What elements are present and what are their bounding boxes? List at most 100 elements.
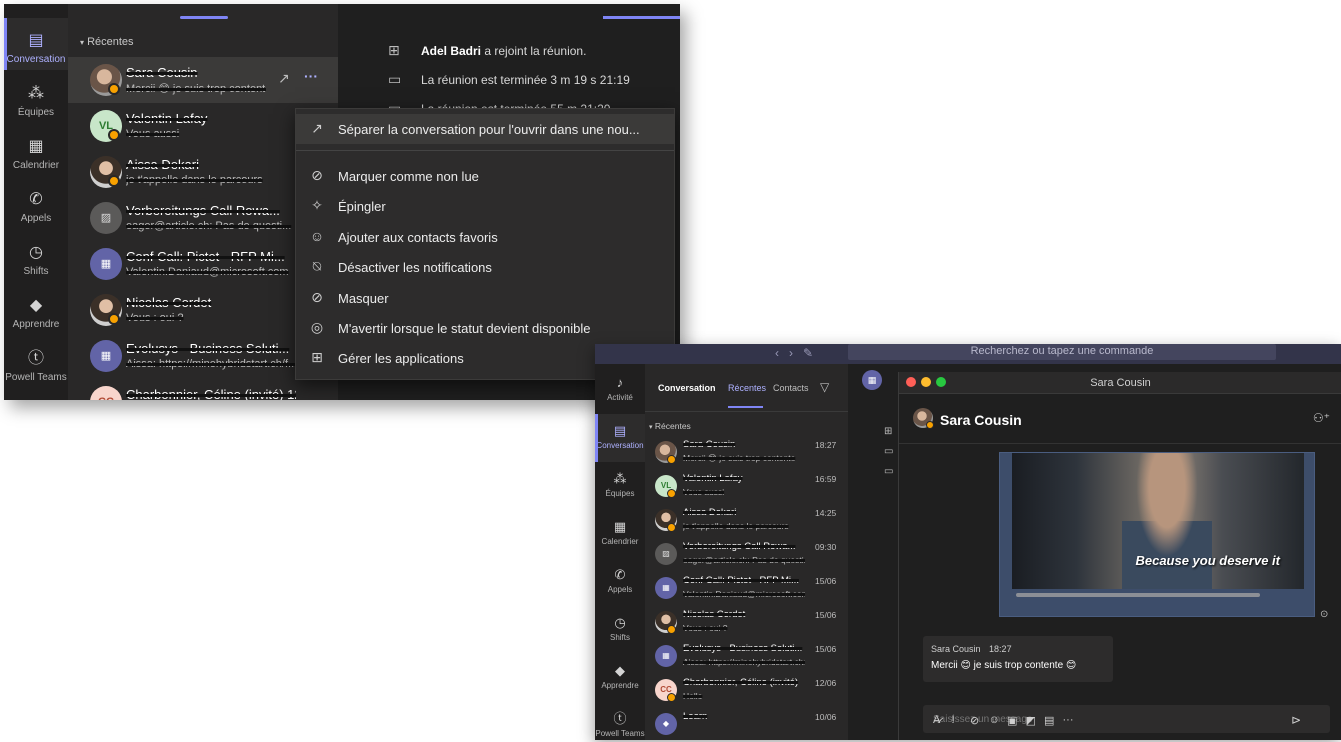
chat-preview: eager@article.ch: Pas de questi... [126, 220, 292, 232]
filter-icon[interactable]: ▽ [820, 380, 829, 394]
rail-item-label: Appels [20, 213, 52, 224]
more-icon[interactable]: ··· [1063, 714, 1074, 726]
chat-list-item[interactable]: CC Charbonnier, Céline (invité) Hello 12/06 [645, 673, 848, 709]
chat-list-item[interactable]: Nicolas Cordet Vous : oui ? 15/06 [645, 605, 848, 641]
send-icon[interactable]: ⊳ [1291, 713, 1301, 727]
shifts-icon: ◷ [614, 615, 626, 630]
chat-list-item[interactable]: CC Charbonnier, Céline (invité) 12/06 [68, 379, 338, 400]
learn-icon: ◆ [29, 297, 43, 314]
attach-icon[interactable]: ⊘ [970, 714, 979, 727]
chevron-down-icon: ▾ [649, 424, 653, 431]
rail-item-learn[interactable]: ◆ Apprendre [595, 654, 645, 702]
rail-item-phone[interactable]: ✆ Appels [595, 558, 645, 606]
event-text: La réunion est terminée 3 m 19 s 21:19 [421, 73, 630, 87]
chat-preview: Aissa: https://minehybridstart.ch/f... [126, 358, 296, 370]
chat-timestamp: 12/06 [815, 678, 837, 688]
compose-icon[interactable]: ✎ [803, 346, 823, 360]
app-rail: ▤ Conversation ⁂ Équipes ▦ Calendrier ✆ Appels ◷… [4, 4, 68, 400]
status-away-icon [108, 175, 120, 187]
tab-recent[interactable]: Récentes [728, 383, 766, 393]
rail-item-chat[interactable]: ▤ Conversation [4, 18, 68, 70]
forward-icon[interactable]: › [789, 346, 803, 360]
chat-list-item[interactable]: ◆ Learn 10/06 [645, 707, 848, 740]
event-line: Adel Badri a rejoint la réunion. [421, 44, 586, 58]
menu-item-label: Ajouter aux contacts favoris [338, 229, 498, 245]
rail-item-label: Conversation [6, 54, 66, 65]
menu-item-mark-unread[interactable]: ⊘ Marquer comme non lue [296, 161, 674, 191]
menu-item-label: M'avertir lorsque le statut devient disp… [338, 321, 591, 336]
back-icon[interactable]: ‹ [775, 346, 789, 360]
more-options-icon[interactable]: ··· [304, 68, 318, 84]
menu-item-mute[interactable]: ⍉ Désactiver les notifications [296, 252, 674, 282]
chat-name: Evolusys - Business Soluti... [683, 643, 803, 654]
chat-name: Valentin Lafay [683, 473, 743, 484]
rail-item-teams[interactable]: ⁂ Équipes [4, 71, 68, 123]
chat-list: Conversation Récentes Contacts ▽ ▾ Récen… [645, 364, 848, 740]
rail-item-calendar[interactable]: ▦ Calendrier [595, 510, 645, 558]
important-icon[interactable]: ! [952, 714, 955, 726]
nav-arrows[interactable]: ‹›✎ [775, 346, 823, 360]
learn-icon: ◆ [615, 663, 625, 678]
menu-item-add-contact[interactable]: ☺ Ajouter aux contacts favoris [296, 222, 674, 252]
video-progress-bar[interactable] [1016, 593, 1260, 597]
teams-icon: ⁂ [28, 85, 44, 102]
chat-timestamp: 09:30 [815, 542, 837, 552]
join-icon: ⊞ [388, 42, 400, 58]
sticker-icon[interactable]: ◩ [1026, 714, 1036, 727]
event-actor: Adel Badri [421, 44, 482, 58]
chat-name: Learn [683, 711, 708, 722]
section-recent-label[interactable]: ▾ Récentes [649, 421, 691, 431]
contact-name[interactable]: Sara Cousin [940, 412, 1022, 428]
phone-icon: ✆ [29, 191, 43, 208]
avatar: ▦ [655, 577, 677, 599]
rail-item-shifts[interactable]: ◷ Shifts [4, 230, 68, 282]
meeting-ended-icon: ▭ [884, 466, 894, 477]
menu-item-pin[interactable]: ✧ Épingler [296, 191, 674, 221]
popout-icon[interactable]: ↗ [278, 70, 290, 87]
tab-contacts[interactable]: Contacts [773, 383, 809, 393]
chat-timestamp: 15/06 [815, 610, 837, 620]
chat-list-item[interactable]: ▦ Evolusys - Business Soluti... Aissa: htt… [645, 639, 848, 675]
rail-item-powell[interactable]: ⓣ Powell Teams [4, 336, 68, 388]
rail-item-calendar[interactable]: ▦ Calendrier [4, 124, 68, 176]
emoji-icon[interactable]: ☺ [989, 714, 1000, 726]
chat-list-item[interactable]: Aissa Dekari je t'appelle dans le parcour… [645, 503, 848, 539]
chat-name: Sara Cousin [683, 439, 736, 450]
menu-item-hide[interactable]: ⊘ Masquer [296, 283, 674, 313]
chat-list-item[interactable]: ▦ Conf Call: Pictet - RFP Mi... Valentin.D… [645, 571, 848, 607]
chat-list-item[interactable]: Sara Cousin Mercii 😊 je suis trop content… [68, 57, 338, 103]
chat-preview: Vous : oui ? [683, 623, 728, 633]
menu-item-label: Désactiver les notifications [338, 260, 492, 276]
avatar: ▦ [90, 340, 122, 372]
chat-preview: je t'appelle dans le parcours [683, 521, 789, 531]
format-icon[interactable]: A̷ [933, 714, 940, 726]
rail-item-shifts[interactable]: ◷ Shifts [595, 606, 645, 654]
rail-item-learn[interactable]: ◆ Apprendre [4, 283, 68, 335]
status-away-icon [667, 693, 676, 702]
menu-item-notify[interactable]: ◎ M'avertir lorsque le statut devient dis… [296, 313, 674, 343]
add-people-icon[interactable]: ⚇⁺ [1313, 411, 1330, 425]
calendar-icon: ▦ [28, 138, 44, 155]
rail-item-bell[interactable]: ♪ Activité [595, 366, 645, 414]
status-away-icon [926, 421, 934, 429]
compose-box[interactable] [923, 705, 1330, 733]
tab-underline [728, 406, 763, 408]
chat-message[interactable]: Sara Cousin 18:27 Mercii 😊 je suis trop … [923, 636, 1113, 682]
rail-item-powell[interactable]: ⓣ Powell Teams [595, 702, 645, 740]
menu-item-popout[interactable]: ↗ Séparer la conversation pour l'ouvrir d… [296, 114, 674, 144]
status-away-icon [667, 523, 676, 532]
chat-list-item[interactable]: ▨ Vorbereitungs Call Rowa... eager@article… [645, 537, 848, 573]
rail-item-chat[interactable]: ▤ Conversation [595, 414, 645, 462]
chat-list-item[interactable]: VL Valentin Lafay Vous aussi 16:59 [645, 469, 848, 505]
video-message[interactable]: Because you deserve it [999, 452, 1315, 617]
menu-item-label: Masquer [338, 290, 389, 306]
chat-list-item[interactable]: Sara Cousin Mercii 😊 je suis trop content… [645, 435, 848, 471]
seen-icon: ⊙ [1320, 609, 1329, 620]
rail-item-phone[interactable]: ✆ Appels [4, 177, 68, 229]
meeting-icon[interactable]: ▤ [1044, 714, 1054, 727]
gif-icon[interactable]: ▣ [1007, 714, 1017, 727]
section-recent-label[interactable]: ▾ Récentes [80, 36, 134, 48]
rail-item-teams[interactable]: ⁂ Équipes [595, 462, 645, 510]
message-input[interactable] [923, 705, 1330, 733]
search-input[interactable]: Recherchez ou tapez une commande [848, 344, 1276, 360]
